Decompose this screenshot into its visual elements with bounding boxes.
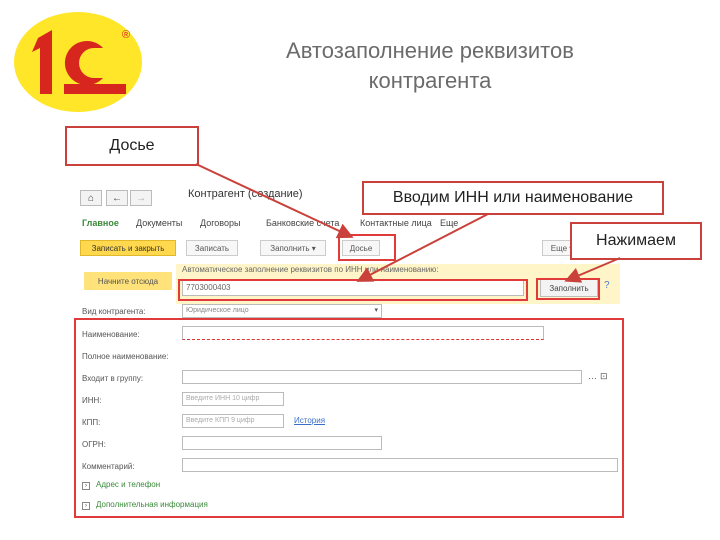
tab-documents[interactable]: Документы (136, 218, 182, 228)
slide-title-line1: Автозаполнение реквизитов (286, 38, 574, 63)
arrow-left-icon: ← (112, 192, 122, 204)
1c-logo: ® (14, 12, 142, 112)
highlight-fill-button (536, 278, 600, 300)
kind-label: Вид контрагента: (82, 307, 146, 316)
save-close-button[interactable]: Записать и закрыть (80, 240, 176, 256)
arrow-right-icon: → (136, 192, 146, 204)
tab-bank-accounts[interactable]: Банковские счета (266, 218, 339, 228)
home-button[interactable]: ⌂ (80, 190, 102, 206)
help-icon[interactable]: ? (604, 280, 610, 291)
back-button[interactable]: ← (106, 190, 128, 206)
home-icon: ⌂ (87, 192, 95, 204)
save-button[interactable]: Записать (186, 240, 238, 256)
kind-select[interactable]: Юридическое лицо ▾ (182, 304, 382, 318)
tab-main[interactable]: Главное (82, 218, 119, 228)
highlight-requisites-area (74, 318, 624, 518)
tab-contracts[interactable]: Договоры (200, 218, 240, 228)
chevron-down-icon: ▾ (374, 307, 378, 314)
fill-dropdown-button[interactable]: Заполнить ▾ (260, 240, 326, 256)
tab-contacts[interactable]: Контактные лица (360, 218, 432, 228)
tab-more[interactable]: Еще (440, 218, 458, 228)
callout-inn: Вводим ИНН или наименование (362, 181, 664, 215)
highlight-dosye-button (338, 234, 396, 261)
slide-title: Автозаполнение реквизитов контрагента (230, 36, 630, 96)
slide-title-line2: контрагента (368, 68, 492, 93)
registered-mark: ® (122, 29, 130, 41)
form-title: Контрагент (создание) (188, 188, 303, 200)
highlight-inn-input (178, 279, 528, 301)
forward-button[interactable]: → (130, 190, 152, 206)
callout-press: Нажимаем (570, 222, 702, 260)
start-here-tag: Начните отсюда (84, 272, 172, 290)
autofill-label: Автоматическое заполнение реквизитов по … (182, 265, 439, 274)
chevron-down-icon: ▾ (311, 243, 316, 253)
callout-dosye: Досье (65, 126, 199, 166)
